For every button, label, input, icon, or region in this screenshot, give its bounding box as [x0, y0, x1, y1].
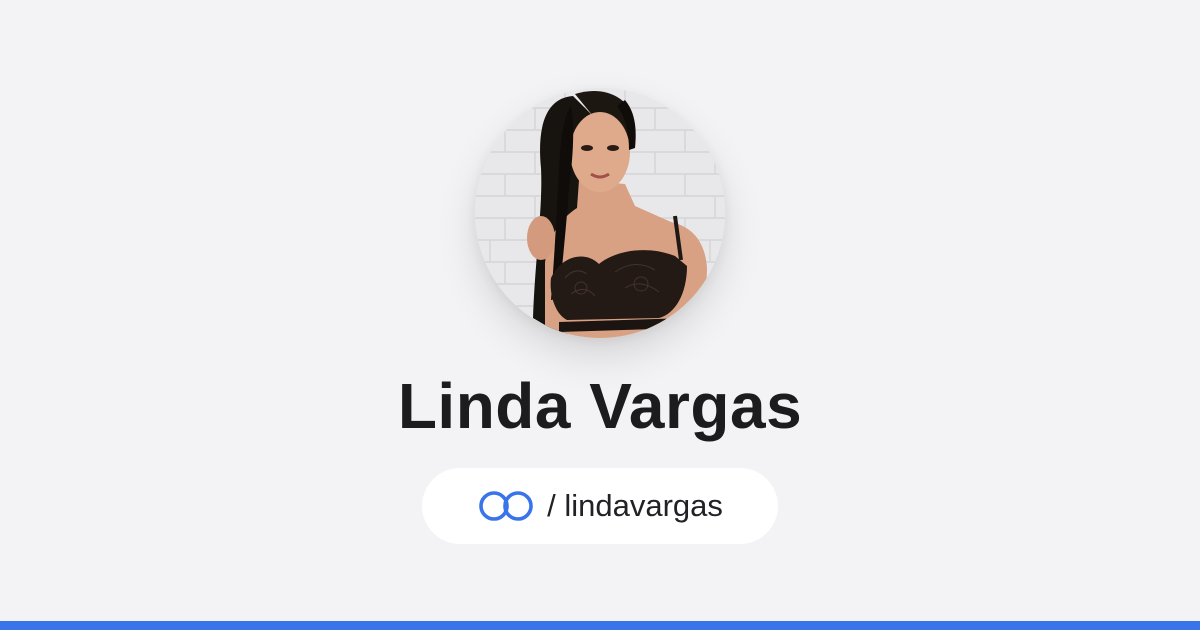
profile-avatar	[475, 88, 725, 338]
profile-handle: / lindavargas	[547, 486, 723, 526]
avatar-photo	[475, 88, 725, 338]
handle-username: lindavargas	[564, 488, 723, 523]
profile-name: Linda Vargas	[397, 370, 803, 442]
handle-separator: /	[547, 488, 556, 523]
profile-handle-pill[interactable]: / lindavargas	[422, 468, 778, 544]
accent-bottom-bar	[0, 621, 1200, 630]
linktree-link-icon	[477, 489, 535, 523]
